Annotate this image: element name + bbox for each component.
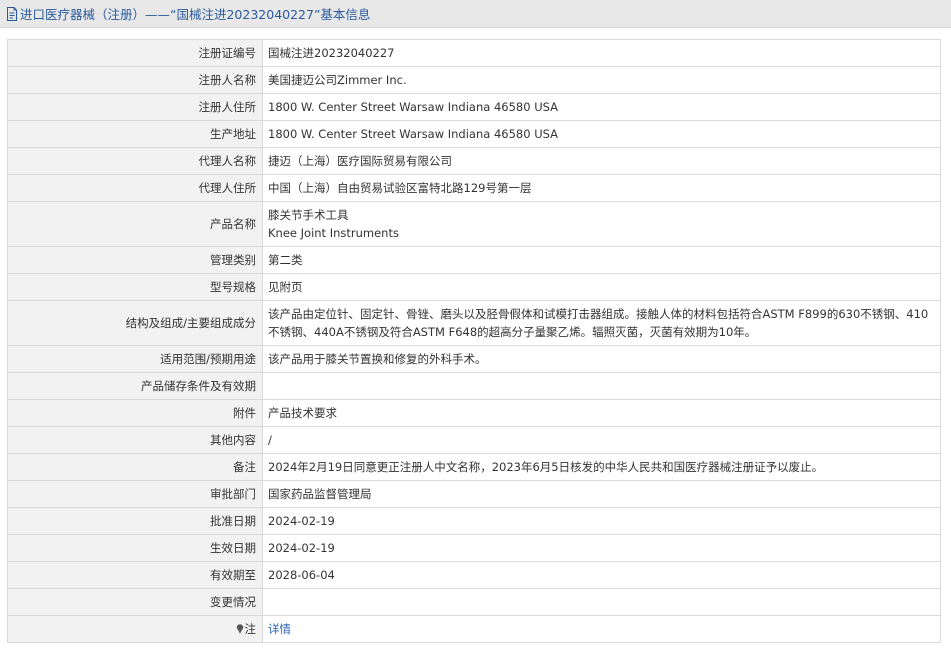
table-row: 产品名称 膝关节手术工具 Knee Joint Instruments (7, 201, 941, 247)
field-label: 注册人住所 (7, 93, 263, 121)
field-label: 生效日期 (7, 534, 263, 562)
field-value: 膝关节手术工具 Knee Joint Instruments (262, 201, 941, 247)
table-row: 其他内容 / (7, 426, 941, 454)
field-label: 审批部门 (7, 480, 263, 508)
field-label: 备注 (7, 453, 263, 481)
table-row: 附件 产品技术要求 (7, 399, 941, 427)
table-row: 备注 2024年2月19日同意更正注册人中文名称，2023年6月5日核发的中华人民… (7, 453, 941, 481)
field-value-line: 第二类 (268, 253, 303, 267)
table-row: 注册人名称 美国捷迈公司Zimmer Inc. (7, 66, 941, 94)
table-row: 变更情况 (7, 588, 941, 616)
table-row: 生产地址 1800 W. Center Street Warsaw Indiana… (7, 120, 941, 148)
table-row: 生效日期 2024-02-19 (7, 534, 941, 562)
field-value: 产品技术要求 (262, 399, 941, 427)
field-label: 型号规格 (7, 273, 263, 301)
details-link[interactable]: 详情 (268, 622, 291, 636)
field-value-line: 2024年2月19日同意更正注册人中文名称，2023年6月5日核发的中华人民共和… (268, 460, 824, 474)
field-value: 该产品用于膝关节置换和修复的外科手术。 (262, 345, 941, 373)
field-value: 2024-02-19 (262, 507, 941, 535)
field-value: 1800 W. Center Street Warsaw Indiana 465… (262, 93, 941, 121)
field-label: 批准日期 (7, 507, 263, 535)
page-title: 进口医疗器械（注册）——“国械注进20232040227”基本信息 (20, 7, 371, 22)
field-value: 见附页 (262, 273, 941, 301)
field-label: 代理人名称 (7, 147, 263, 175)
field-value: 1800 W. Center Street Warsaw Indiana 465… (262, 120, 941, 148)
field-value-line: 膝关节手术工具 (268, 208, 349, 222)
field-value-line: / (268, 433, 272, 447)
table-row-note: 注详情 (7, 615, 941, 643)
document-icon (6, 6, 18, 21)
page-title-bar: 进口医疗器械（注册）——“国械注进20232040227”基本信息 (0, 0, 951, 28)
table-row: 产品储存条件及有效期 (7, 372, 941, 400)
field-value: 国械注进20232040227 (262, 39, 941, 67)
field-value: 详情 (262, 615, 941, 643)
field-value-line: 国家药品监督管理局 (268, 487, 372, 501)
field-value-line: 2024-02-19 (268, 541, 335, 555)
field-value: 美国捷迈公司Zimmer Inc. (262, 66, 941, 94)
table-row: 代理人名称 捷迈（上海）医疗国际贸易有限公司 (7, 147, 941, 175)
table-row: 适用范围/预期用途 该产品用于膝关节置换和修复的外科手术。 (7, 345, 941, 373)
field-value-line: 该产品由定位针、固定针、骨锉、磨头以及胫骨假体和试模打击器组成。接触人体的材料包… (268, 307, 929, 339)
field-value-line: 见附页 (268, 280, 303, 294)
table-row: 管理类别 第二类 (7, 246, 941, 274)
field-value: 捷迈（上海）医疗国际贸易有限公司 (262, 147, 941, 175)
field-value: 该产品由定位针、固定针、骨锉、磨头以及胫骨假体和试模打击器组成。接触人体的材料包… (262, 300, 941, 346)
pin-icon (236, 624, 244, 634)
device-info-table: 注册证编号 国械注进20232040227 注册人名称 美国捷迈公司Zimmer In… (7, 39, 941, 643)
field-value: 2024-02-19 (262, 534, 941, 562)
field-label: 注册人名称 (7, 66, 263, 94)
field-label: 变更情况 (7, 588, 263, 616)
table-row: 型号规格 见附页 (7, 273, 941, 301)
field-value-line: 产品技术要求 (268, 406, 337, 420)
field-label: 其他内容 (7, 426, 263, 454)
field-value-line: 2024-02-19 (268, 514, 335, 528)
field-value (262, 588, 941, 616)
field-label: 生产地址 (7, 120, 263, 148)
field-value: 2024年2月19日同意更正注册人中文名称，2023年6月5日核发的中华人民共和… (262, 453, 941, 481)
table-row: 注册证编号 国械注进20232040227 (7, 39, 941, 67)
field-value-line: 美国捷迈公司Zimmer Inc. (268, 73, 407, 87)
table-row: 结构及组成/主要组成成分 该产品由定位针、固定针、骨锉、磨头以及胫骨假体和试模打击… (7, 300, 941, 346)
field-value-line: 1800 W. Center Street Warsaw Indiana 465… (268, 127, 559, 141)
field-value-line: 中国（上海）自由贸易试验区富特北路129号第一层 (268, 181, 532, 195)
field-value: 2028-06-04 (262, 561, 941, 589)
field-label: 代理人住所 (7, 174, 263, 202)
field-value-line: 捷迈（上海）医疗国际贸易有限公司 (268, 154, 452, 168)
field-value (262, 372, 941, 400)
field-label: 附件 (7, 399, 263, 427)
table-row: 注册人住所 1800 W. Center Street Warsaw Indian… (7, 93, 941, 121)
field-value: 国家药品监督管理局 (262, 480, 941, 508)
field-label: 注 (7, 615, 263, 643)
field-label: 产品储存条件及有效期 (7, 372, 263, 400)
field-label: 有效期至 (7, 561, 263, 589)
table-row: 审批部门 国家药品监督管理局 (7, 480, 941, 508)
field-label: 适用范围/预期用途 (7, 345, 263, 373)
field-label: 注册证编号 (7, 39, 263, 67)
field-value: / (262, 426, 941, 454)
note-label: 注 (244, 622, 257, 636)
table-row: 批准日期 2024-02-19 (7, 507, 941, 535)
field-label: 产品名称 (7, 201, 263, 247)
field-value-line: Knee Joint Instruments (268, 226, 399, 240)
field-value-line: 1800 W. Center Street Warsaw Indiana 465… (268, 100, 559, 114)
field-value-line: 2028-06-04 (268, 568, 335, 582)
table-row: 代理人住所 中国（上海）自由贸易试验区富特北路129号第一层 (7, 174, 941, 202)
field-value: 第二类 (262, 246, 941, 274)
field-label: 管理类别 (7, 246, 263, 274)
field-value-line: 该产品用于膝关节置换和修复的外科手术。 (268, 352, 487, 366)
table-row: 有效期至 2028-06-04 (7, 561, 941, 589)
field-value: 中国（上海）自由贸易试验区富特北路129号第一层 (262, 174, 941, 202)
field-value-line: 国械注进20232040227 (268, 46, 395, 60)
field-label: 结构及组成/主要组成成分 (7, 300, 263, 346)
